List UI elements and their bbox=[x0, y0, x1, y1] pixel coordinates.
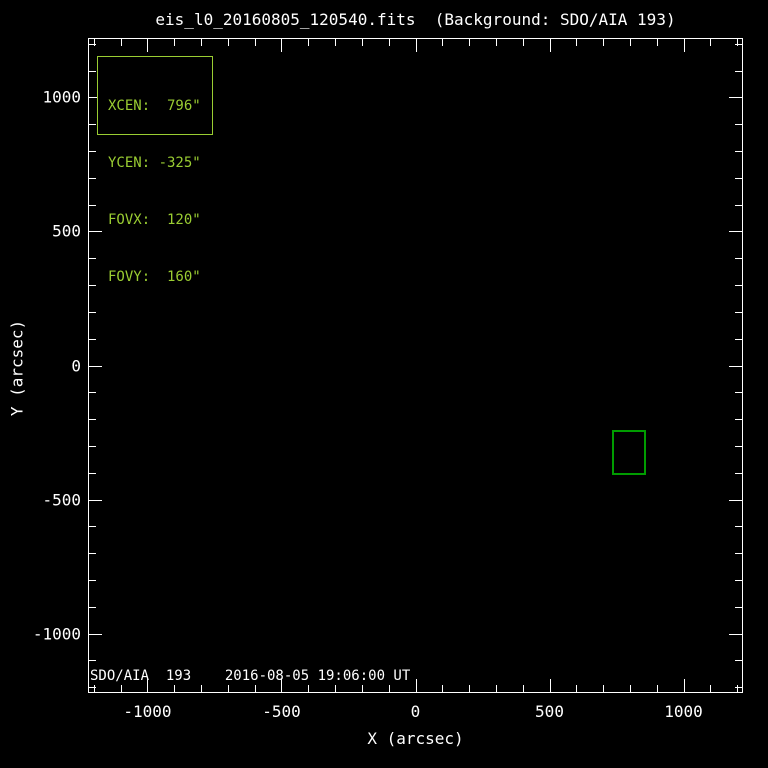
x-tick-label: 500 bbox=[535, 702, 564, 721]
x-tick-label: -500 bbox=[262, 702, 301, 721]
y-tick-label: 500 bbox=[52, 221, 81, 241]
fov-info-box: XCEN: 796" YCEN: -325" FOVX: 120" FOVY: … bbox=[97, 56, 213, 285]
y-tick-label: -1000 bbox=[32, 624, 81, 643]
eis-fov-rectangle bbox=[611, 430, 646, 476]
y-axis-title: Y (arcsec) bbox=[7, 319, 27, 417]
background-caption-clip: SDO/AIA 193 2016-08-05 19:06:00 UT bbox=[90, 668, 410, 684]
x-axis-title: X (arcsec) bbox=[367, 729, 464, 748]
info-line-xcen: XCEN: 796" bbox=[108, 98, 201, 114]
x-tick-label: 0 bbox=[410, 702, 421, 721]
info-line-fovy: FOVY: 160" bbox=[108, 269, 201, 285]
y-tick-label: 0 bbox=[71, 356, 81, 375]
plot-title: eis_l0_20160805_120540.fits (Background:… bbox=[155, 10, 676, 29]
y-tick-label: -500 bbox=[42, 490, 81, 509]
info-line-fovx: FOVX: 120" bbox=[108, 212, 201, 228]
info-line-ycen: YCEN: -325" bbox=[108, 155, 201, 171]
y-tick-label: 1000 bbox=[42, 87, 81, 107]
x-tick-label: -1000 bbox=[123, 702, 172, 721]
x-tick-label: 1000 bbox=[664, 702, 703, 721]
background-image-caption: SDO/AIA 193 2016-08-05 19:06:00 UT bbox=[90, 668, 411, 684]
fov-plot-figure: eis_l0_20160805_120540.fits (Background:… bbox=[0, 0, 768, 768]
